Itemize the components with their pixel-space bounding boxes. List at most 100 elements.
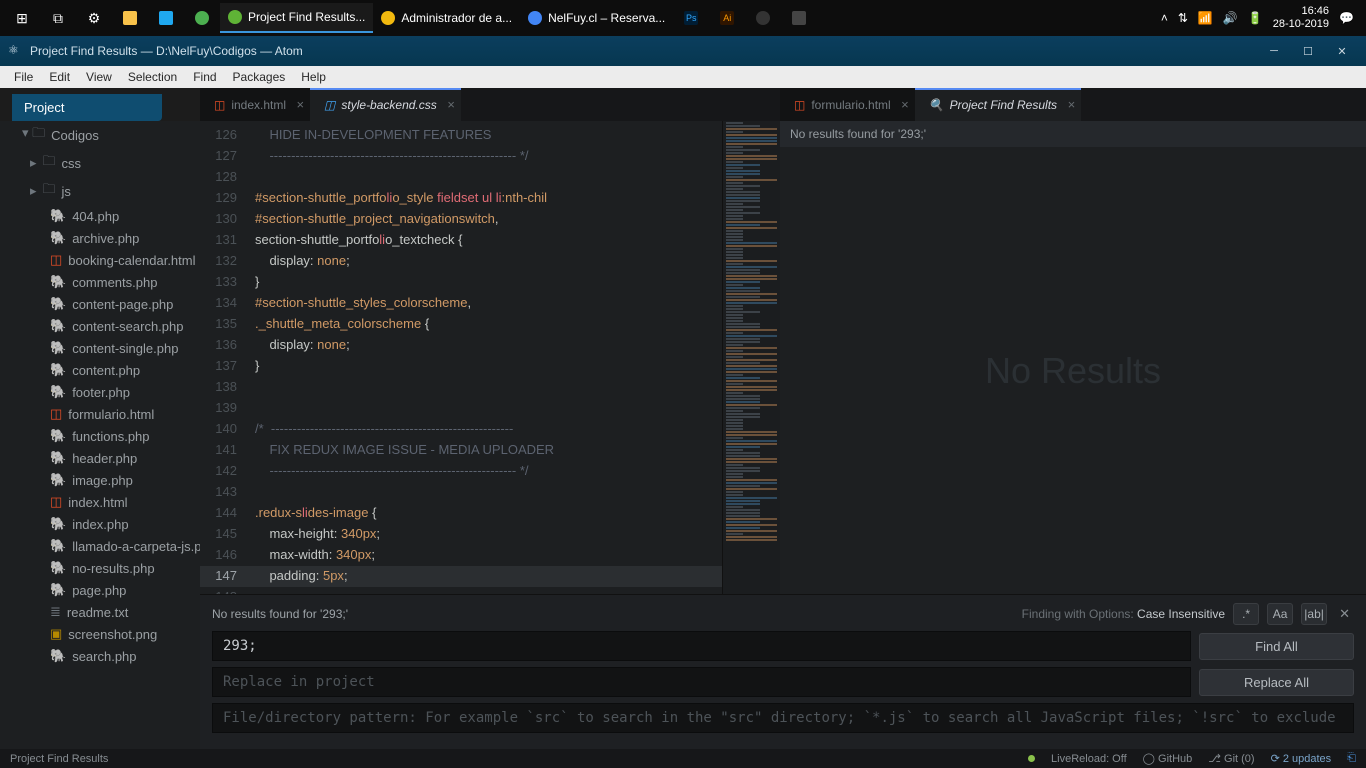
tree-folder[interactable]: ▸🗀js — [0, 177, 200, 205]
menu-find[interactable]: Find — [185, 70, 224, 84]
editor-tab[interactable]: ◫formulario.html× — [780, 88, 915, 121]
tree-root-folder[interactable]: ▾ 🗀Codigos — [0, 121, 200, 149]
start-button[interactable]: ⊞ — [4, 2, 40, 34]
tray-battery-icon[interactable]: 🔋 — [1248, 11, 1263, 25]
close-panel-icon[interactable]: ✕ — [1335, 606, 1354, 622]
tree-file[interactable]: ▣screenshot.png — [0, 623, 200, 645]
tree-file[interactable]: ◫booking-calendar.html — [0, 249, 200, 271]
tray-chevron-icon[interactable]: ˄ — [1161, 11, 1168, 25]
tree-file[interactable]: 🐘content.php — [0, 359, 200, 381]
php-file-icon: 🐘 — [50, 516, 66, 532]
find-input[interactable] — [212, 631, 1191, 661]
tree-file[interactable]: 🐘content-page.php — [0, 293, 200, 315]
replace-all-button[interactable]: Replace All — [1199, 669, 1354, 696]
tray-network-icon[interactable]: ⇅ — [1178, 11, 1188, 25]
illustrator-icon[interactable]: Ai — [709, 2, 745, 34]
status-bar: Project Find Results LiveReload: Off ◯ G… — [0, 749, 1366, 768]
close-tab-icon[interactable]: × — [447, 97, 455, 112]
tree-file[interactable]: 🐘page.php — [0, 579, 200, 601]
tree-file[interactable]: 🐘content-search.php — [0, 315, 200, 337]
clock[interactable]: 16:46 28-10-2019 — [1273, 5, 1329, 31]
atom-logo-icon: ⚛ — [8, 43, 24, 59]
minimize-button[interactable]: ─ — [1258, 45, 1290, 58]
updates-link[interactable]: ⟳ 2 updates — [1271, 752, 1332, 765]
livereload-status[interactable]: LiveReload: Off — [1051, 753, 1127, 765]
maximize-button[interactable]: ☐ — [1292, 45, 1324, 58]
tree-file[interactable]: 🐘404.php — [0, 205, 200, 227]
tree-file[interactable]: 🐘index.php — [0, 513, 200, 535]
editor-tab[interactable]: ◫style-backend.css× — [310, 88, 461, 121]
app-icon-3[interactable] — [781, 2, 817, 34]
case-toggle[interactable]: Aa — [1267, 603, 1293, 625]
tree-file[interactable]: 🐘archive.php — [0, 227, 200, 249]
html-icon: ◫ — [794, 98, 805, 112]
atom-icon — [228, 10, 242, 24]
menu-packages[interactable]: Packages — [225, 70, 294, 84]
code-area[interactable]: HIDE IN-DEVELOPMENT FEATURES -----------… — [245, 121, 722, 594]
task-view-icon[interactable]: ⧉ — [40, 2, 76, 34]
find-options-label: Finding with Options: Case Insensitive — [1022, 607, 1225, 621]
editor-tab[interactable]: 🔍Project Find Results× — [915, 88, 1081, 121]
tree-file[interactable]: 🐘search.php — [0, 645, 200, 667]
git-status[interactable]: ⎇ Git (0) — [1208, 752, 1254, 765]
php-file-icon: 🐘 — [50, 582, 66, 598]
folder-icon: 🗀 — [43, 180, 56, 202]
tree-file[interactable]: 🐘header.php — [0, 447, 200, 469]
paths-input[interactable] — [212, 703, 1354, 733]
tree-folder[interactable]: ▸🗀css — [0, 149, 200, 177]
tray-volume-icon[interactable]: 🔊 — [1223, 11, 1238, 25]
find-all-button[interactable]: Find All — [1199, 633, 1354, 660]
tree-view[interactable]: Project ▾ 🗀Codigos ▸🗀css ▸🗀js 🐘404.php🐘a… — [0, 88, 200, 749]
app-icon-2[interactable] — [745, 2, 781, 34]
no-results-heading: No Results — [985, 350, 1161, 392]
tree-file[interactable]: ◫index.html — [0, 491, 200, 513]
action-center-icon[interactable]: 💬 — [1339, 11, 1354, 25]
title-bar: ⚛ Project Find Results — D:\NelFuy\Codig… — [0, 36, 1366, 66]
minimap[interactable] — [722, 121, 780, 594]
taskbar-app-chrome-1[interactable]: Administrador de a... — [373, 3, 520, 33]
tree-file[interactable]: ≣readme.txt — [0, 601, 200, 623]
menu-edit[interactable]: Edit — [41, 70, 78, 84]
taskbar-app-atom[interactable]: Project Find Results... — [220, 3, 373, 33]
code-editor[interactable]: 1261271281291301311321331341351361371381… — [200, 121, 780, 594]
tree-file[interactable]: 🐘content-single.php — [0, 337, 200, 359]
tree-file[interactable]: 🐘llamado-a-carpeta-js.php — [0, 535, 200, 557]
menu-bar: File Edit View Selection Find Packages H… — [0, 66, 1366, 88]
close-tab-icon[interactable]: × — [1067, 97, 1075, 112]
tree-file[interactable]: 🐘comments.php — [0, 271, 200, 293]
tree-file[interactable]: 🐘footer.php — [0, 381, 200, 403]
photoshop-icon[interactable]: Ps — [673, 2, 709, 34]
whole-word-toggle[interactable]: |ab| — [1301, 603, 1327, 625]
taskbar-app-chrome-2[interactable]: NelFuy.cl – Reserva... — [520, 3, 673, 33]
close-button[interactable]: ✕ — [1326, 45, 1358, 58]
app-icon-1[interactable] — [148, 2, 184, 34]
php-file-icon: 🐘 — [50, 472, 66, 488]
right-tab-bar: ◫formulario.html×🔍Project Find Results× — [780, 88, 1366, 121]
tree-file[interactable]: ◫formulario.html — [0, 403, 200, 425]
menu-view[interactable]: View — [78, 70, 120, 84]
menu-selection[interactable]: Selection — [120, 70, 185, 84]
php-file-icon: 🐘 — [50, 428, 66, 444]
status-icon[interactable]: ⎗ — [1347, 752, 1356, 765]
html-file-icon: ◫ — [50, 494, 62, 510]
file-explorer-icon[interactable] — [112, 2, 148, 34]
replace-input[interactable] — [212, 667, 1191, 697]
utorrent-icon[interactable] — [184, 2, 220, 34]
php-file-icon: 🐘 — [50, 384, 66, 400]
tray-wifi-icon[interactable]: 📶 — [1198, 11, 1213, 25]
php-file-icon: 🐘 — [50, 230, 66, 246]
tree-file[interactable]: 🐘image.php — [0, 469, 200, 491]
menu-file[interactable]: File — [6, 70, 41, 84]
github-status[interactable]: ◯ GitHub — [1143, 752, 1193, 765]
menu-help[interactable]: Help — [293, 70, 334, 84]
editor-tab[interactable]: ◫index.html× — [200, 88, 310, 121]
regex-toggle[interactable]: .* — [1233, 603, 1259, 625]
tree-file[interactable]: 🐘functions.php — [0, 425, 200, 447]
system-tray: ˄ ⇅ 📶 🔊 🔋 16:46 28-10-2019 💬 — [1153, 5, 1362, 31]
close-tab-icon[interactable]: × — [296, 97, 304, 112]
tree-file[interactable]: 🐘no-results.php — [0, 557, 200, 579]
status-left: Project Find Results — [10, 753, 108, 765]
settings-icon[interactable]: ⚙ — [76, 2, 112, 34]
close-tab-icon[interactable]: × — [901, 97, 909, 112]
php-file-icon: 🐘 — [50, 318, 66, 334]
